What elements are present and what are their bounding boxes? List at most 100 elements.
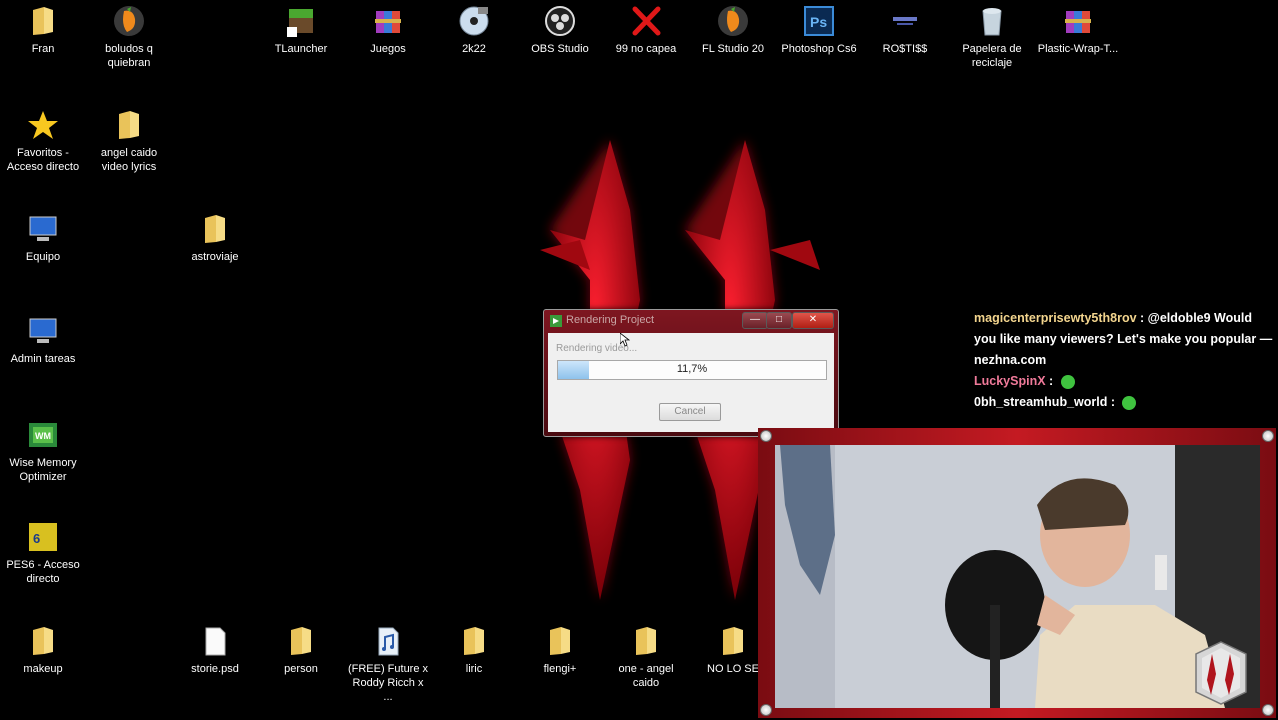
desktop-icon-favoritos[interactable]: Favoritos - Acceso directo [0, 108, 86, 174]
pes-icon: 6 [26, 520, 60, 554]
svg-text:WM: WM [35, 431, 51, 441]
desktop-icon-obs[interactable]: OBS Studio [517, 4, 603, 56]
cancel-button[interactable]: Cancel [659, 403, 721, 421]
chat-username: magicenterprisewty5th8rov [974, 311, 1137, 325]
frame-corner-icon [760, 704, 772, 716]
folder-icon [112, 108, 146, 142]
desktop-icon-tlauncher[interactable]: TLauncher [258, 4, 344, 56]
dialog-title: Rendering Project [566, 314, 655, 326]
app-icon [550, 315, 562, 327]
desktop-icon-label: RO$TI$$ [882, 43, 928, 55]
desktop-icon-angelcaido[interactable]: angel caido video lyrics [86, 108, 172, 174]
close-button[interactable]: ✕ [792, 312, 834, 329]
desktop-icon-label: person [284, 663, 318, 675]
desktop-icon-label: boludos q quiebran [105, 43, 153, 69]
desktop-icon-astroviaje[interactable]: astroviaje [172, 212, 258, 264]
render-progress-bar: 11,7% [557, 360, 827, 380]
folder-icon [629, 624, 663, 658]
ps-icon: Ps [802, 4, 836, 38]
desktop-icon-label: Plastic-Wrap-T... [1037, 43, 1119, 55]
desktop-icon-label: one - angel caido [618, 663, 674, 689]
desktop-icon-boludos[interactable]: boludos q quiebran [86, 4, 172, 70]
desktop-icon-label: 2k22 [462, 43, 486, 55]
bar-icon [888, 4, 922, 38]
desktop-icon-freefuture[interactable]: (FREE) Future x Roddy Ricch x ... [345, 624, 431, 704]
desktop-icon-label: Wise Memory Optimizer [9, 457, 77, 483]
flstudio-icon [112, 4, 146, 38]
dialog-titlebar[interactable]: Rendering Project — □ ✕ [544, 310, 838, 332]
desktop-icon-label: PES6 - Acceso directo [6, 559, 80, 585]
folder-icon [457, 624, 491, 658]
svg-text:6: 6 [33, 531, 40, 546]
desktop-icon-photoshop[interactable]: Ps Photoshop Cs6 [776, 4, 862, 56]
webcam-scene [775, 445, 1260, 708]
chat-text: : [1107, 395, 1119, 409]
progress-percent: 11,7% [676, 363, 708, 375]
maximize-button[interactable]: □ [766, 312, 792, 329]
desktop-icon-fran[interactable]: Fran [0, 4, 86, 56]
file-icon [198, 624, 232, 658]
desktop-icon-person[interactable]: person [258, 624, 344, 676]
desktop-icon-rostiss[interactable]: RO$TI$$ [862, 4, 948, 56]
trash-icon [975, 4, 1009, 38]
frame-corner-icon [1262, 430, 1274, 442]
desktop-icon-label: liric [465, 663, 483, 675]
tlauncher-icon [284, 4, 318, 38]
desktop-icon-equipo[interactable]: Equipo [0, 212, 86, 264]
desktop-icon-label: Papelera de reciclaje [962, 43, 1022, 69]
desktop-icon-papelera[interactable]: Papelera de reciclaje [949, 4, 1035, 70]
desktop-icon-label: 99 no capea [615, 43, 677, 55]
folder-icon [26, 624, 60, 658]
desktop-icon-pes6[interactable]: 6 PES6 - Acceso directo [0, 520, 86, 586]
chat-message: magicenterprisewty5th8rov : @eldoble9 Wo… [974, 308, 1274, 371]
redx-icon [629, 4, 663, 38]
winrar-icon [1061, 4, 1095, 38]
desktop-icon-flstudio[interactable]: FL Studio 20 [690, 4, 776, 56]
desktop-icon-label: astroviaje [191, 251, 239, 263]
desktop-icon-label: OBS Studio [531, 43, 589, 55]
desktop-icon-plasticwrap[interactable]: Plastic-Wrap-T... [1035, 4, 1121, 56]
winrar-icon [371, 4, 405, 38]
desktop-icon-label: TLauncher [274, 43, 328, 55]
desktop-icon-label: angel caido video lyrics [100, 147, 158, 173]
dialog-body: Rendering video... 11,7% Cancel [548, 333, 834, 432]
computer-icon [26, 212, 60, 246]
desktop-icon-label: (FREE) Future x Roddy Ricch x ... [347, 663, 429, 703]
rendering-dialog: Rendering Project — □ ✕ Rendering video.… [543, 309, 839, 437]
chat-emote-icon [1122, 395, 1137, 410]
chat-emote-icon [1060, 374, 1075, 389]
desktop-icon-label: Juegos [370, 43, 406, 55]
desktop-icon-flengi[interactable]: flengi+ [517, 624, 603, 676]
minimize-button[interactable]: — [742, 312, 768, 329]
desktop-icon-liric[interactable]: liric [431, 624, 517, 676]
desktop-icon-label: Equipo [25, 251, 61, 263]
disc-icon [457, 4, 491, 38]
desktop-icon-storie[interactable]: storie.psd [172, 624, 258, 676]
obs-icon [543, 4, 577, 38]
mouse-cursor-icon [620, 333, 630, 347]
webcam-frame [758, 428, 1276, 718]
desktop-icon-wisememory[interactable]: WM Wise Memory Optimizer [0, 418, 86, 484]
desktop-icon-oneangel[interactable]: one - angel caido [603, 624, 689, 690]
webcam-feed [775, 445, 1260, 708]
desktop-icon-juegos[interactable]: Juegos [345, 4, 431, 56]
desktop-icon-label: Photoshop Cs6 [781, 43, 857, 55]
chat-username: LuckySpinX [974, 374, 1046, 388]
desktop-icon-2k22[interactable]: 2k22 [431, 4, 517, 56]
frame-corner-icon [1262, 704, 1274, 716]
desktop-icon-label: flengi+ [543, 663, 577, 675]
computer-icon [26, 314, 60, 348]
chat-message: 0bh_streamhub_world : [974, 392, 1274, 413]
folder-icon [198, 212, 232, 246]
chat-username: 0bh_streamhub_world [974, 395, 1108, 409]
audio-icon [371, 624, 405, 658]
desktop-icon-99nocapea[interactable]: 99 no capea [603, 4, 689, 56]
folder-icon [284, 624, 318, 658]
desktop-icon-admintareas[interactable]: Admin tareas [0, 314, 86, 366]
folder-icon [716, 624, 750, 658]
desktop-icon-makeup[interactable]: makeup [0, 624, 86, 676]
frame-corner-icon [760, 430, 772, 442]
desktop-icon-label: makeup [23, 663, 63, 675]
desktop-icon-label: Fran [31, 43, 55, 55]
desktop-icon-label: storie.psd [191, 663, 239, 675]
